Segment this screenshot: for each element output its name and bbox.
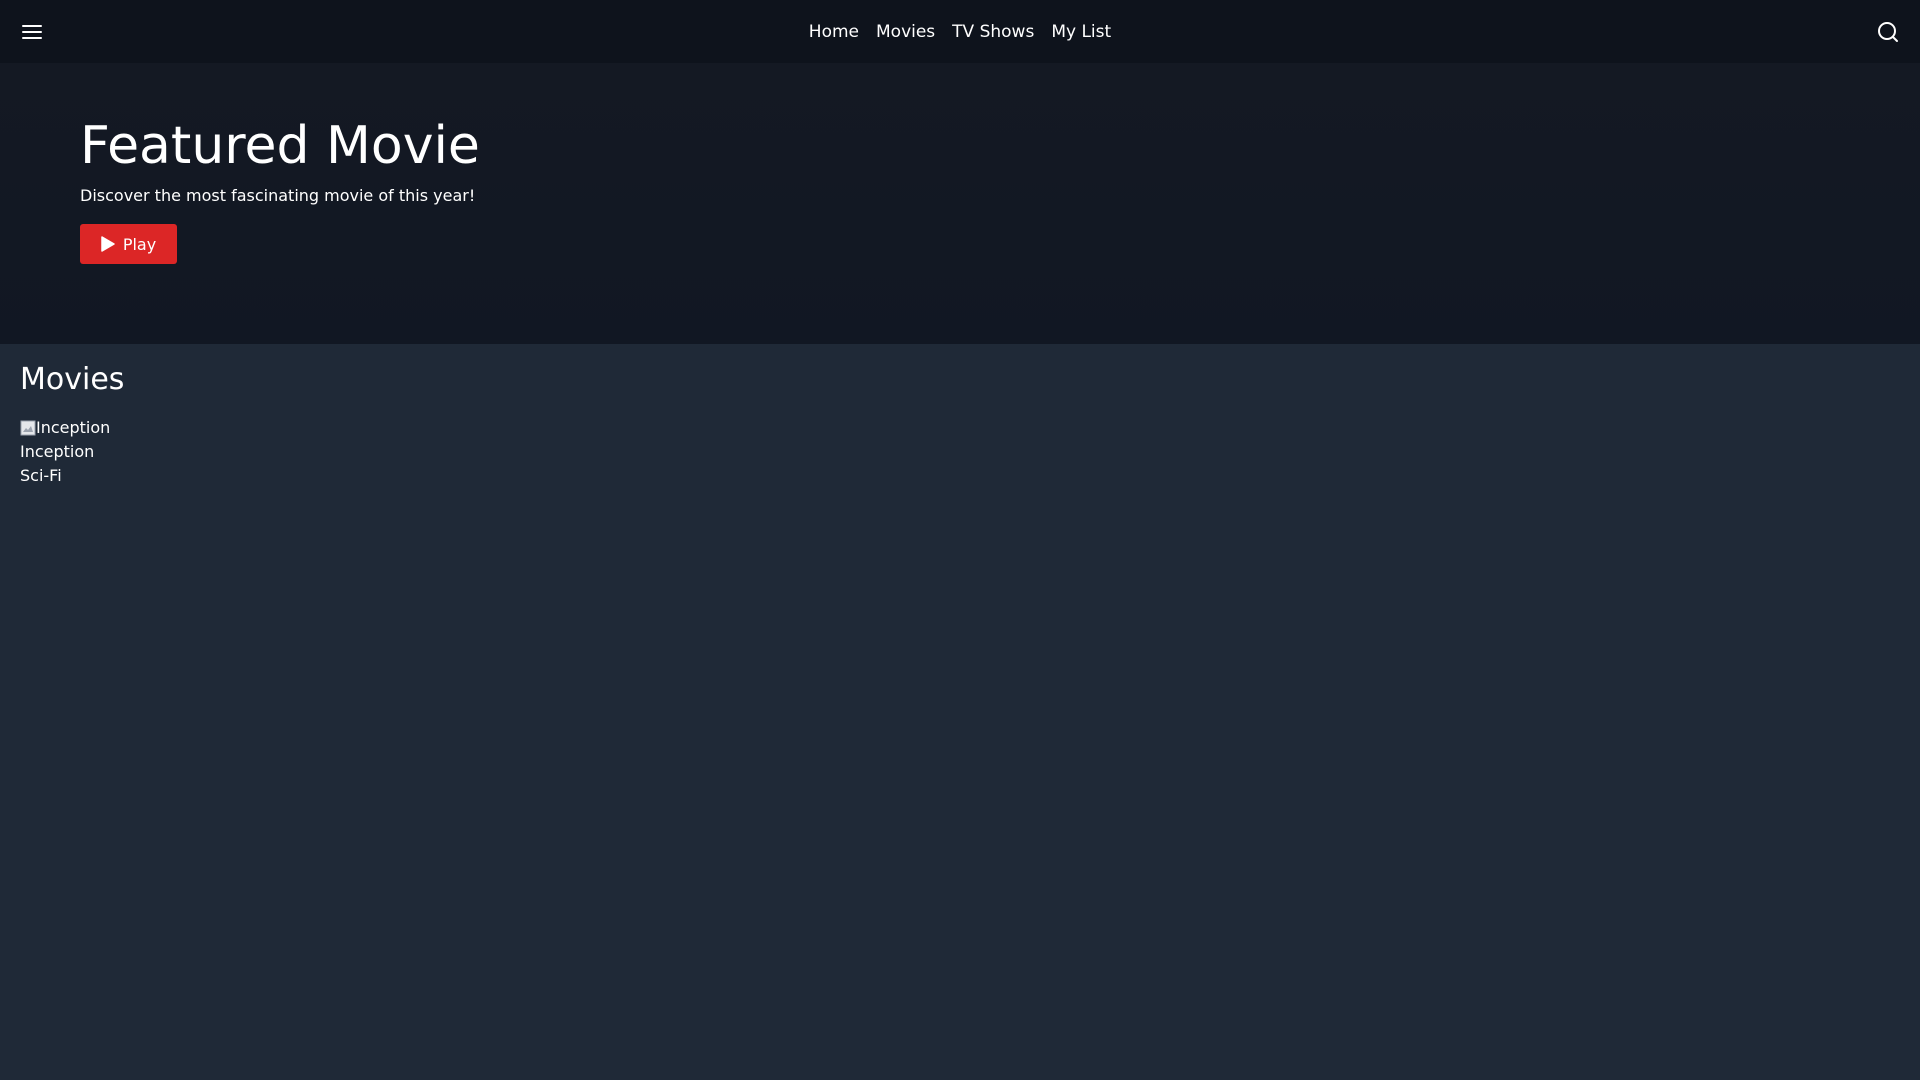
- search-icon[interactable]: [1876, 20, 1900, 44]
- play-button-label: Play: [122, 234, 157, 254]
- broken-image-icon: [20, 420, 36, 436]
- featured-hero: Featured Movie Discover the most fascina…: [0, 63, 1920, 344]
- featured-title: Featured Movie: [80, 116, 480, 176]
- nav-link-my-list[interactable]: My List: [1051, 22, 1111, 42]
- movie-poster[interactable]: Inception: [20, 416, 140, 440]
- nav-link-home[interactable]: Home: [809, 22, 859, 42]
- top-navigation-bar: Home Movies TV Shows My List: [0, 0, 1920, 63]
- nav-link-tv-shows[interactable]: TV Shows: [952, 22, 1034, 42]
- movie-poster-alt-text: Inception: [36, 418, 111, 437]
- play-button[interactable]: Play: [80, 224, 177, 264]
- nav-link-movies[interactable]: Movies: [876, 22, 935, 42]
- movie-genre: Sci-Fi: [20, 466, 62, 485]
- featured-description: Discover the most fascinating movie of t…: [80, 186, 476, 205]
- movies-section-title: Movies: [20, 362, 125, 397]
- movie-title: Inception: [20, 442, 95, 461]
- movie-card[interactable]: Inception Inception Sci-Fi: [20, 416, 140, 488]
- play-icon: [101, 236, 115, 252]
- main-nav: Home Movies TV Shows My List: [0, 0, 1920, 63]
